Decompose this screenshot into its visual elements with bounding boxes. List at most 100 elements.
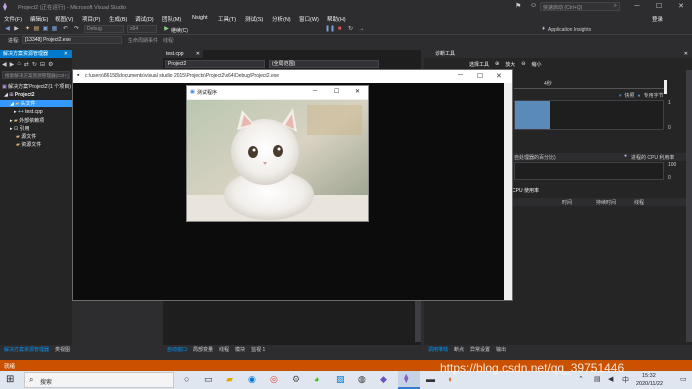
tab-call-stack[interactable]: 调用堆栈 xyxy=(428,346,448,353)
photos-icon[interactable]: ▧ xyxy=(336,374,345,385)
image-minimize-button[interactable]: ─ xyxy=(313,88,317,94)
solution-search-input[interactable]: 搜索解决方案资源管理器(Ctrl+;) xyxy=(2,71,70,79)
file-explorer-icon[interactable]: ▰ xyxy=(226,374,233,385)
close-button[interactable]: ✕ xyxy=(672,0,690,13)
network-icon[interactable]: ▤ xyxy=(594,375,601,383)
tab-watch[interactable]: 监视 1 xyxy=(251,346,265,353)
feedback-icon[interactable]: ☺ xyxy=(530,2,537,9)
close-icon[interactable]: ✕ xyxy=(684,50,688,58)
notification-center-icon[interactable]: ▭ xyxy=(680,375,687,383)
tab-autos[interactable]: 自动窗口 xyxy=(167,346,187,353)
back-icon[interactable]: ◀ xyxy=(4,26,11,33)
start-icon[interactable]: ⊞ xyxy=(6,374,14,385)
tree-item-source-files[interactable]: ▰ 源文件 xyxy=(16,133,36,140)
close-tab-icon[interactable]: ✕ xyxy=(196,50,200,58)
refresh-icon[interactable]: ↻ xyxy=(32,61,37,68)
terminal-icon[interactable]: ▬ xyxy=(426,374,435,384)
properties-icon[interactable]: ⚙ xyxy=(48,61,53,68)
task-view-icon[interactable]: ▭ xyxy=(204,374,213,385)
tab-breakpoints[interactable]: 断点 xyxy=(454,346,464,353)
tree-item-resource-files[interactable]: ▰ 资源文件 xyxy=(16,141,41,148)
step-icon[interactable]: → xyxy=(358,26,365,33)
console-maximize-button[interactable]: ☐ xyxy=(477,72,483,80)
tab-class-view[interactable]: 类视图 xyxy=(55,346,70,353)
tree-item-header-files[interactable]: ◢ ▰ 头文件 xyxy=(0,100,72,107)
quick-launch-input[interactable]: 快速启动 (Ctrl+Q) ⌕ xyxy=(540,2,620,11)
app-insights-button[interactable]: Application Insights xyxy=(548,27,591,33)
restart-icon[interactable]: ↻ xyxy=(347,26,354,33)
home-icon[interactable]: ⌂ xyxy=(17,61,21,67)
maximize-button[interactable]: ☐ xyxy=(650,0,668,13)
ime-icon[interactable]: 中 xyxy=(622,375,629,385)
taskbar-search-input[interactable]: ⌕ 搜索 xyxy=(24,372,174,388)
project-scope-dropdown[interactable]: Project2 xyxy=(165,60,265,68)
forward-icon[interactable]: ▶ xyxy=(13,26,20,33)
undo-icon[interactable]: ↶ xyxy=(62,26,69,33)
image-close-button[interactable]: ✕ xyxy=(355,88,360,95)
tree-item-external-deps[interactable]: ▸ ▰ 外部依赖项 xyxy=(10,117,44,124)
timeline-handle[interactable] xyxy=(664,80,667,94)
tree-item-solution[interactable]: ▣ 解决方案'Project2'(1 个项目) xyxy=(2,83,71,90)
forward-icon[interactable]: ▶ xyxy=(10,61,15,68)
stop-icon[interactable]: ■ xyxy=(336,26,343,33)
pin-icon[interactable]: ✕ xyxy=(64,50,68,58)
notification-icon[interactable]: ⚑ xyxy=(515,2,521,10)
image-maximize-button[interactable]: ☐ xyxy=(334,88,339,95)
sync-icon[interactable]: ⇄ xyxy=(24,61,29,68)
collapse-icon[interactable]: ⊟ xyxy=(40,61,45,68)
settings-icon[interactable]: ⚙ xyxy=(292,374,300,385)
zoom-in-button[interactable]: 放大 xyxy=(505,61,515,68)
clock-time[interactable]: 15:32 xyxy=(642,373,656,379)
tab-locals[interactable]: 局部变量 xyxy=(193,346,213,353)
tab-exception-settings[interactable]: 异常设置 xyxy=(470,346,490,353)
wechat-icon[interactable]: ◕ xyxy=(314,374,319,384)
column-duration[interactable]: 持续时间 xyxy=(596,199,616,206)
edge-icon[interactable]: ◉ xyxy=(248,374,256,385)
back-icon[interactable]: ◀ xyxy=(2,61,7,68)
clock-date[interactable]: 2020/11/22 xyxy=(636,381,663,387)
sign-in-link[interactable]: 登录 xyxy=(652,15,663,23)
cpu-usage-tab[interactable]: CPU 使用率 xyxy=(512,187,539,194)
menu-build[interactable]: 生成(B) xyxy=(109,15,127,23)
console-scrollbar[interactable] xyxy=(504,83,512,300)
tree-item-project[interactable]: ◢ ⊞ Project2 xyxy=(4,92,35,98)
console-close-button[interactable]: ✕ xyxy=(496,72,502,80)
volume-icon[interactable]: ◀ xyxy=(608,375,613,383)
diagnostics-scrollbar[interactable] xyxy=(686,70,692,342)
menu-window[interactable]: 窗口(W) xyxy=(299,15,319,23)
config-dropdown[interactable]: Debug xyxy=(84,25,124,33)
console-minimize-button[interactable]: ─ xyxy=(458,72,463,79)
tab-modules[interactable]: 模块 xyxy=(235,346,245,353)
menu-team[interactable]: 团队(M) xyxy=(162,15,181,23)
editor-tab-test-cpp[interactable]: test.cpp ✕ xyxy=(163,50,203,58)
cortana-icon[interactable]: ○ xyxy=(184,374,189,384)
menu-debug[interactable]: 调试(D) xyxy=(135,15,154,23)
menu-edit[interactable]: 编辑(E) xyxy=(30,15,48,23)
tab-output[interactable]: 输出 xyxy=(496,346,506,353)
tray-expand-icon[interactable]: ⌃ xyxy=(578,375,584,383)
open-icon[interactable]: ▤ xyxy=(33,26,40,33)
menu-test[interactable]: 测试(S) xyxy=(245,15,263,23)
menu-nsight[interactable]: Nsight xyxy=(192,15,208,21)
save-icon[interactable]: ▣ xyxy=(42,26,49,33)
column-thread[interactable]: 线程 xyxy=(634,199,644,206)
select-tools-button[interactable]: 选择工具 xyxy=(469,61,489,68)
tree-item-test-cpp[interactable]: ▸ ++ test.cpp xyxy=(14,109,43,115)
continue-icon[interactable]: ▶ xyxy=(163,26,170,33)
tab-solution-explorer[interactable]: 解决方案资源管理器 xyxy=(4,346,49,353)
store-icon[interactable]: ◍ xyxy=(358,374,366,385)
column-time[interactable]: 时间 xyxy=(562,199,572,206)
tab-threads[interactable]: 线程 xyxy=(219,346,229,353)
process-dropdown[interactable]: [13348] Project2.exe xyxy=(22,36,122,44)
menu-project[interactable]: 项目(P) xyxy=(82,15,100,23)
app-icon[interactable]: ◆ xyxy=(380,374,387,385)
platform-dropdown[interactable]: x64 xyxy=(127,25,157,33)
lifecycle-label[interactable]: 生命周期事件 xyxy=(128,37,158,44)
minimize-button[interactable]: ─ xyxy=(628,0,646,13)
menu-tools[interactable]: 工具(T) xyxy=(218,15,236,23)
menu-help[interactable]: 帮助(H) xyxy=(327,15,346,23)
taskbar-visual-studio[interactable]: ⧫ xyxy=(398,371,420,389)
tree-item-references[interactable]: ▸ ⊡ 引用 xyxy=(10,125,30,132)
chrome-icon[interactable]: ◎ xyxy=(270,374,278,385)
global-scope-dropdown[interactable]: (全局范围) xyxy=(269,60,379,68)
